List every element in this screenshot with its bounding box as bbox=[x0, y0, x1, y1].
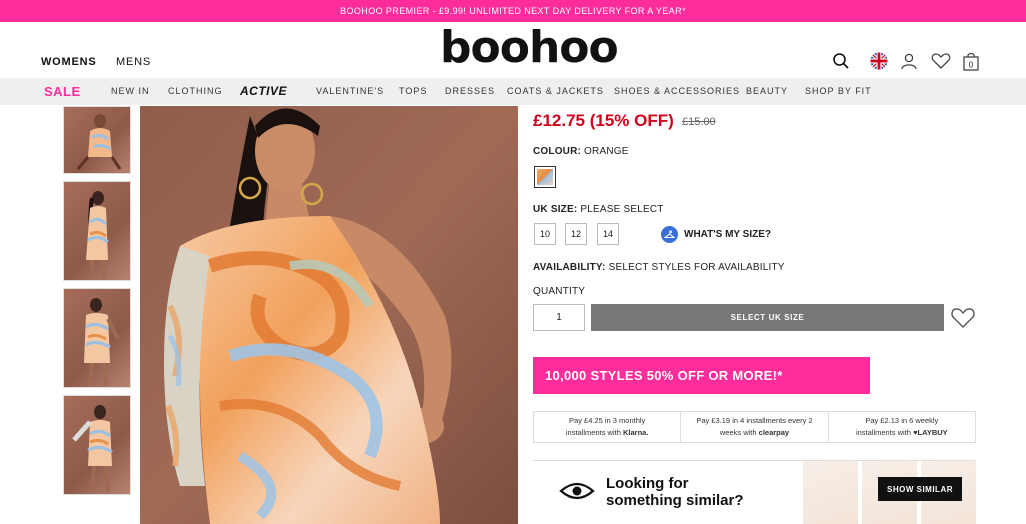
select-size-button[interactable]: SELECT UK SIZE bbox=[591, 304, 944, 331]
similar-product-image[interactable] bbox=[803, 461, 858, 524]
availability-value: SELECT STYLES FOR AVAILABILITY bbox=[608, 262, 785, 273]
product-thumbnail[interactable] bbox=[63, 181, 131, 281]
clearpay-line1: Pay £3.19 in 4 installments every 2 bbox=[696, 416, 813, 425]
sale-promo-text: 10,000 STYLES 50% OFF OR MORE!* bbox=[545, 368, 783, 383]
nav-coats-jackets[interactable]: COATS & JACKETS bbox=[507, 78, 604, 105]
quantity-input[interactable]: 1 bbox=[533, 304, 585, 331]
nav-shop-by-fit[interactable]: SHOP BY FIT bbox=[805, 78, 872, 105]
size-value: PLEASE SELECT bbox=[580, 204, 664, 215]
availability-label: AVAILABILITY: SELECT STYLES FOR AVAILABI… bbox=[533, 262, 785, 273]
nav-clothing[interactable]: CLOTHING bbox=[168, 78, 223, 105]
colour-value: ORANGE bbox=[584, 146, 629, 157]
basket-count: 0 bbox=[969, 61, 974, 70]
similar-heading-line2: something similar? bbox=[606, 492, 744, 509]
klarna-line2: installments with bbox=[565, 428, 621, 437]
size-label: UK SIZE: PLEASE SELECT bbox=[533, 204, 664, 215]
add-to-wishlist-heart-icon[interactable] bbox=[950, 306, 976, 330]
laybuy-line2: installments with bbox=[855, 428, 911, 437]
size-option-10[interactable]: 10 bbox=[534, 223, 556, 245]
whats-my-size-label: WHAT'S MY SIZE? bbox=[684, 229, 772, 240]
colour-swatch-orange[interactable] bbox=[534, 166, 556, 188]
category-nav: SALE NEW IN CLOTHING ACTIVE VALENTINE'S … bbox=[0, 78, 1026, 105]
sale-promo-banner[interactable]: 10,000 STYLES 50% OFF OR MORE!* bbox=[533, 357, 870, 394]
klarna-logo: Klarna. bbox=[623, 428, 649, 437]
nav-womens-link[interactable]: WOMENS bbox=[41, 56, 97, 68]
availability-label-key: AVAILABILITY: bbox=[533, 262, 606, 273]
promo-bar-text: BOOHOO PREMIER - £9.99! UNLIMITED NEXT D… bbox=[340, 6, 686, 16]
promo-bar[interactable]: BOOHOO PREMIER - £9.99! UNLIMITED NEXT D… bbox=[0, 0, 1026, 22]
payment-options: Pay £4.25 in 3 monthly installments with… bbox=[533, 411, 976, 443]
sale-price: £12.75 (15% OFF) bbox=[533, 111, 674, 130]
product-thumbnail[interactable] bbox=[63, 106, 131, 174]
search-icon[interactable] bbox=[830, 50, 852, 72]
nav-valentines[interactable]: VALENTINE'S bbox=[316, 78, 384, 105]
nav-shoes-accessories[interactable]: SHOES & ACCESSORIES bbox=[614, 78, 740, 105]
payment-option-laybuy[interactable]: Pay £2.13 in 6 weekly installments with … bbox=[829, 412, 975, 442]
nav-mens-link[interactable]: MENS bbox=[116, 56, 151, 68]
quantity-label: QUANTITY bbox=[533, 286, 586, 297]
nav-beauty[interactable]: BEAUTY bbox=[746, 78, 788, 105]
hanger-icon bbox=[661, 226, 678, 243]
wishlist-icon[interactable] bbox=[930, 50, 952, 72]
product-thumbnail[interactable] bbox=[63, 288, 131, 388]
original-price: £15.00 bbox=[682, 116, 716, 128]
clearpay-logo: clearpay bbox=[758, 428, 790, 437]
nav-sale[interactable]: SALE bbox=[44, 78, 81, 105]
similar-heading-line1: Looking for bbox=[606, 475, 689, 492]
colour-label-key: COLOUR: bbox=[533, 146, 582, 157]
nav-tops[interactable]: TOPS bbox=[399, 78, 427, 105]
size-label-key: UK SIZE: bbox=[533, 204, 578, 215]
nav-new-in[interactable]: NEW IN bbox=[111, 78, 150, 105]
colour-label: COLOUR: ORANGE bbox=[533, 146, 629, 157]
size-option-14[interactable]: 14 bbox=[597, 223, 619, 245]
nav-dresses[interactable]: DRESSES bbox=[445, 78, 495, 105]
account-icon[interactable] bbox=[898, 50, 920, 72]
uk-flag-icon[interactable] bbox=[868, 50, 890, 72]
payment-option-clearpay[interactable]: Pay £3.19 in 4 installments every 2 week… bbox=[681, 412, 829, 442]
klarna-line1: Pay £4.25 in 3 monthly bbox=[569, 416, 646, 425]
main-product-image[interactable] bbox=[140, 106, 518, 524]
product-thumbnail[interactable] bbox=[63, 395, 131, 495]
boohoo-logo[interactable]: boohoo bbox=[440, 26, 619, 70]
laybuy-line1: Pay £2.13 in 6 weekly bbox=[865, 416, 939, 425]
whats-my-size-link[interactable]: WHAT'S MY SIZE? bbox=[661, 226, 771, 243]
payment-option-klarna[interactable]: Pay £4.25 in 3 monthly installments with… bbox=[534, 412, 682, 442]
site-header: WOMENS MENS boohoo 0 bbox=[0, 22, 1026, 78]
laybuy-logo: LAYBUY bbox=[917, 428, 948, 437]
eye-icon bbox=[559, 481, 595, 506]
size-option-12[interactable]: 12 bbox=[565, 223, 587, 245]
nav-active[interactable]: ACTIVE bbox=[240, 78, 287, 105]
show-similar-button[interactable]: SHOW SIMILAR bbox=[878, 477, 962, 501]
clearpay-line2: weeks with bbox=[719, 428, 757, 437]
bag-icon[interactable]: 0 bbox=[960, 50, 982, 72]
similar-heading: Looking for something similar? bbox=[606, 475, 744, 509]
